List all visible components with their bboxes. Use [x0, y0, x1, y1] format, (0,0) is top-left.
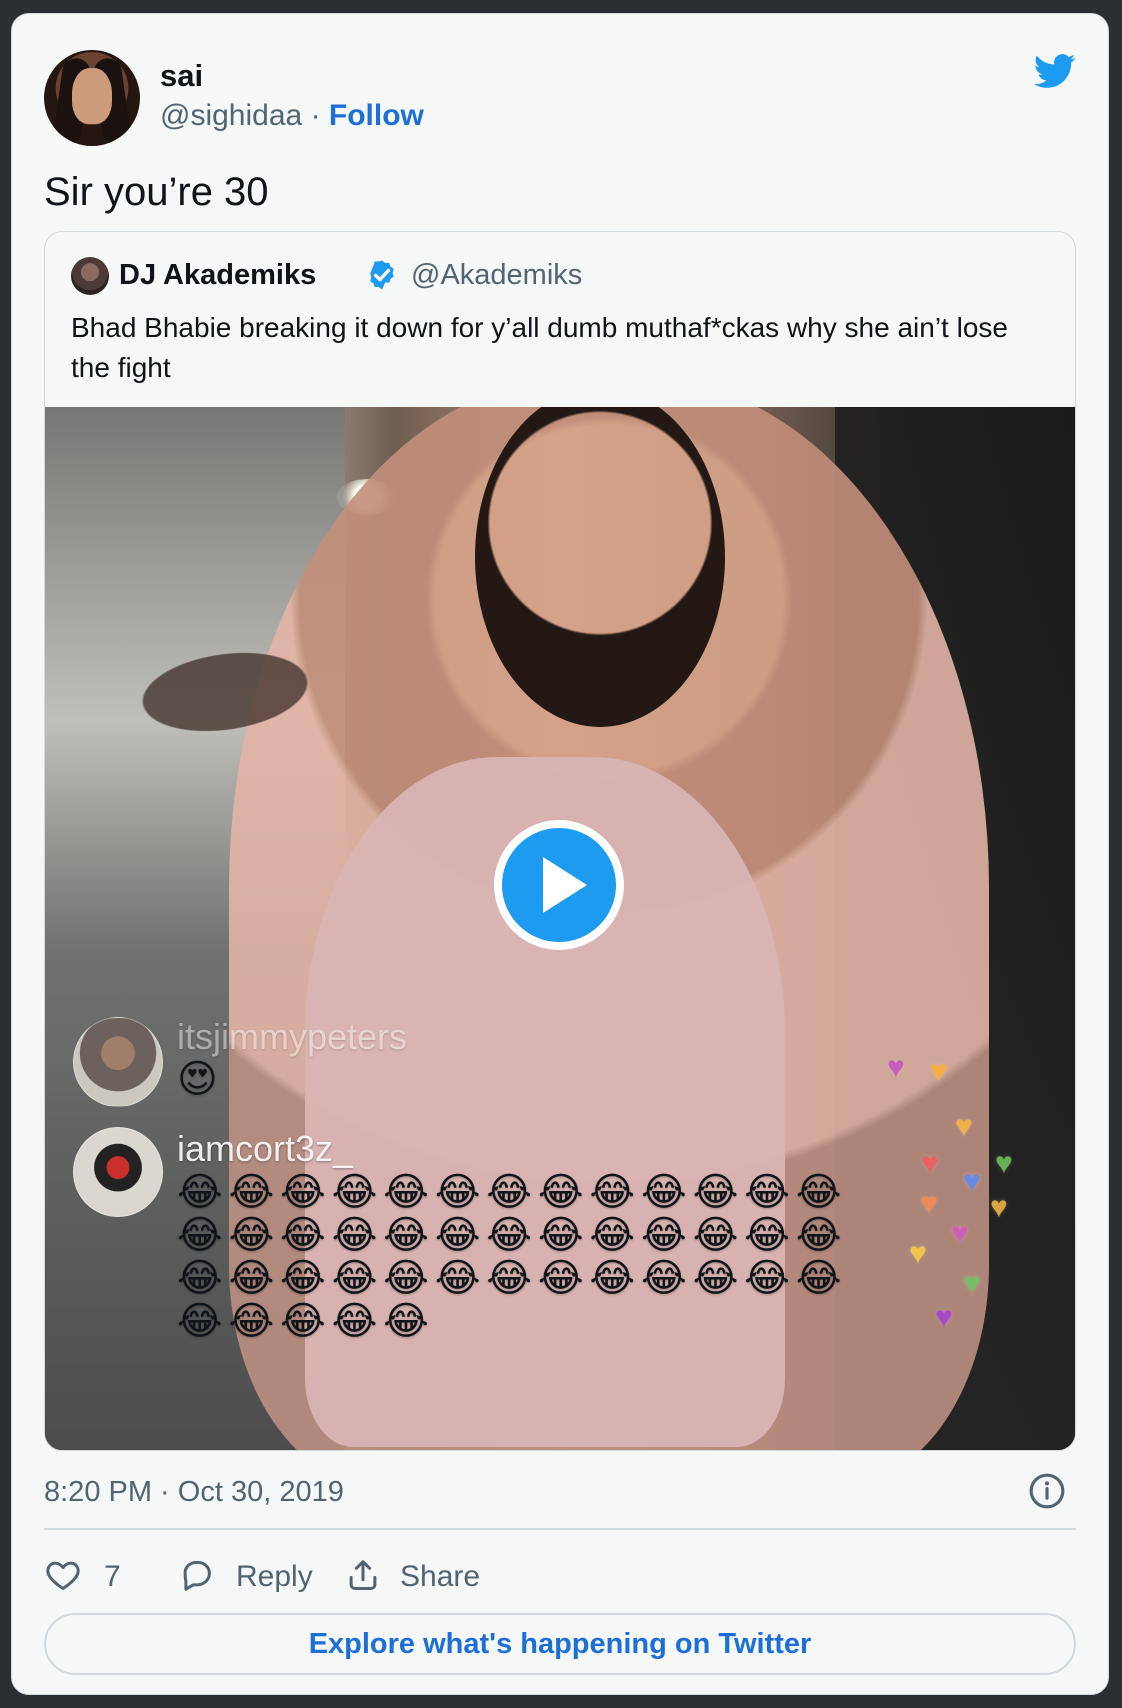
reply-icon	[183, 1560, 211, 1591]
author-name[interactable]: sai	[160, 58, 203, 94]
video-player[interactable]: itsjimmypeters 😍 iamcort3z_ 😂😂😂😂😂😂😂😂😂😂😂😂…	[45, 407, 1075, 1450]
live-comment-emoji-line: 😂😂😂😂😂😂😂😂😂😂😂😂😂	[177, 1257, 848, 1300]
floating-heart-icon: ♥	[930, 1055, 948, 1088]
follow-button[interactable]: Follow	[329, 99, 424, 132]
tweet-divider	[44, 1528, 1076, 1530]
floating-heart-icon: ♥	[935, 1301, 953, 1334]
quoted-author-handle[interactable]: @Akademiks	[411, 256, 582, 294]
reply-button[interactable]: Reply	[178, 1554, 318, 1600]
tweet-header: sai @sighidaa · Follow	[44, 38, 1084, 146]
heart-icon	[46, 1561, 80, 1590]
quoted-tweet-card[interactable]: DJ Akademiks @Akademiks Bhad Bhabie brea…	[44, 231, 1076, 1451]
tweet-text: Sir you’re 30	[44, 170, 269, 214]
author-avatar[interactable]	[44, 50, 140, 146]
floating-heart-icon: ♥	[963, 1165, 981, 1198]
author-meta: @sighidaa · Follow	[160, 98, 424, 134]
floating-heart-icon: ♥	[909, 1237, 927, 1270]
share-icon	[349, 1560, 377, 1590]
tweet-timestamp[interactable]: 8:20 PM · Oct 30, 2019	[44, 1474, 344, 1510]
share-label: Share	[400, 1560, 481, 1593]
twitter-icon[interactable]	[1030, 50, 1080, 92]
meta-separator: ·	[310, 99, 321, 132]
live-comment-emoji: 😍	[177, 1058, 224, 1101]
explore-twitter-button[interactable]: Explore what's happening on Twitter	[44, 1613, 1076, 1675]
tweet-card: sai @sighidaa · Follow Sir you’re 30 DJ …	[11, 13, 1109, 1695]
like-button[interactable]: 7	[44, 1554, 144, 1600]
floating-heart-icon: ♥	[921, 1147, 939, 1180]
author-handle[interactable]: @sighidaa	[160, 99, 302, 132]
live-comment-emoji-line: 😂😂😂😂😂😂😂😂😂😂😂😂😂	[177, 1214, 848, 1257]
floating-heart-icon: ♥	[920, 1187, 938, 1220]
live-comment-emoji-line: 😂😂😂😂😂😂😂😂😂😂😂😂😂	[177, 1171, 848, 1214]
floating-heart-icon: ♥	[990, 1191, 1008, 1224]
live-comment-username: itsjimmypeters	[177, 1016, 408, 1057]
tweet-actions: 7 Reply Share	[44, 1554, 644, 1600]
info-icon[interactable]	[1028, 1472, 1066, 1510]
quoted-author-avatar[interactable]	[71, 257, 109, 295]
floating-heart-icon: ♥	[887, 1051, 905, 1084]
like-count: 7	[104, 1560, 121, 1593]
avatar-face	[72, 68, 112, 124]
floating-heart-icon: ♥	[963, 1267, 981, 1300]
floating-heart-icon: ♥	[951, 1217, 969, 1250]
floating-heart-icon: ♥	[955, 1110, 973, 1143]
live-comment-avatar	[73, 1017, 163, 1107]
play-icon[interactable]	[493, 819, 625, 951]
floating-heart-icon: ♥	[995, 1147, 1013, 1180]
share-button[interactable]: Share	[344, 1554, 494, 1600]
quoted-author-name[interactable]: DJ Akademiks	[119, 256, 316, 294]
verified-badge-icon	[370, 260, 394, 290]
reply-label: Reply	[236, 1560, 313, 1593]
live-comment-emoji-line: 😂😂😂😂😂	[177, 1300, 435, 1343]
quoted-tweet-text: Bhad Bhabie breaking it down for y’all d…	[71, 312, 1008, 383]
live-comment-avatar	[73, 1127, 163, 1217]
live-comment-username: iamcort3z_	[177, 1128, 354, 1169]
